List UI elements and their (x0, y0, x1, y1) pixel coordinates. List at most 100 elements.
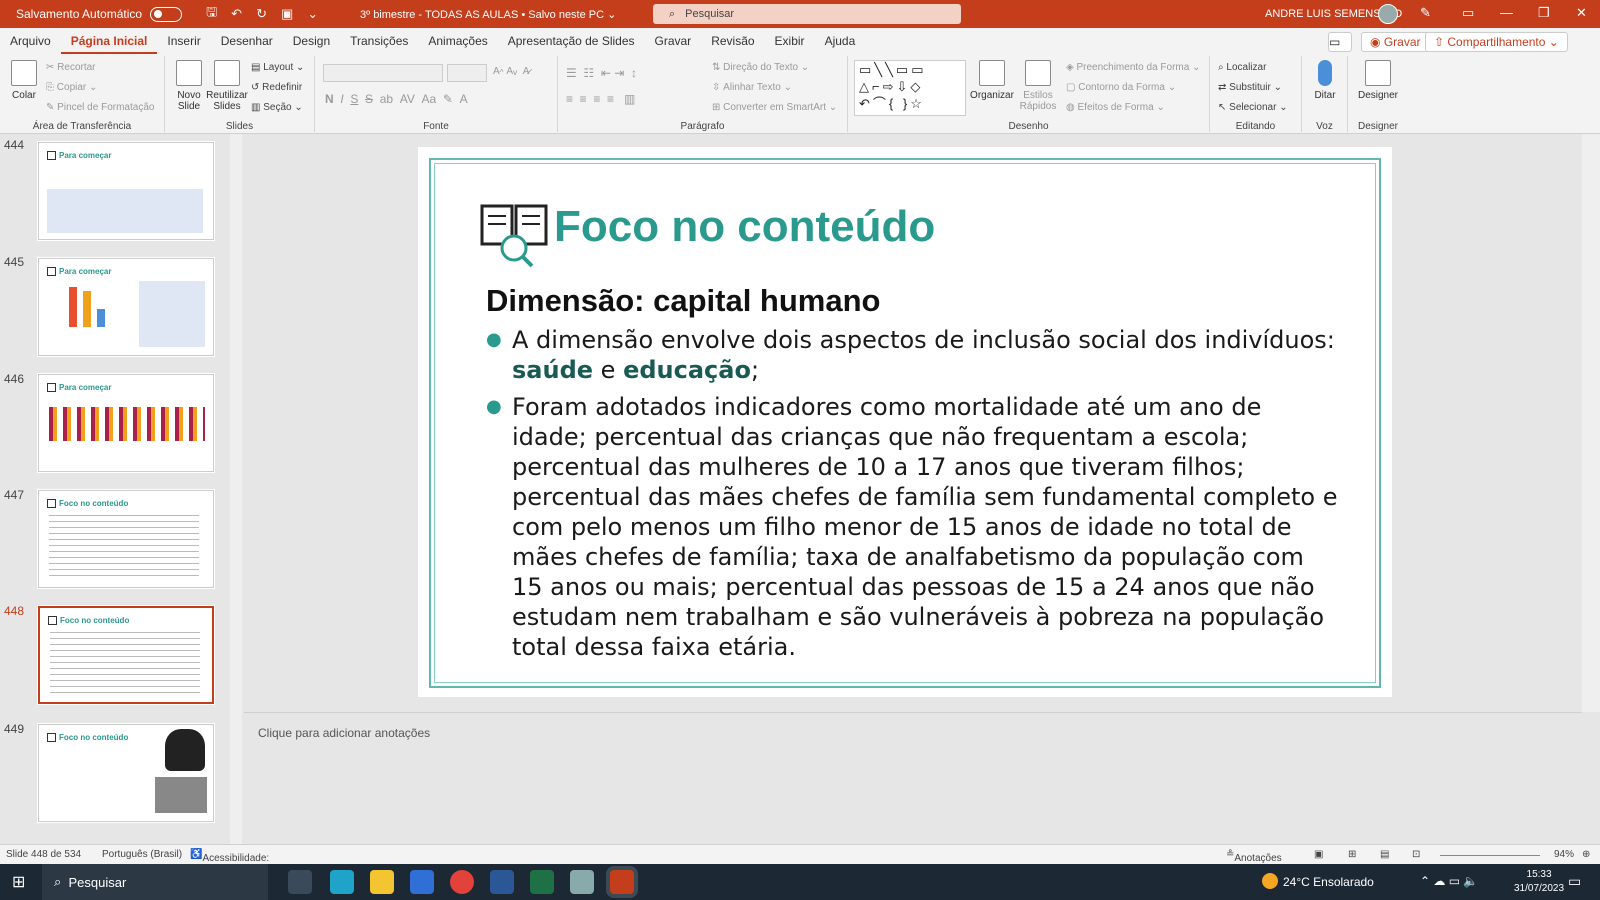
slide-thumbnail[interactable]: Foco no conteúdo (38, 490, 214, 588)
fit-slide-icon[interactable]: ⊕ (1582, 849, 1590, 860)
app-icon[interactable] (570, 870, 594, 894)
normal-view-icon[interactable]: ▣ (1314, 849, 1323, 860)
slide-thumbnail[interactable]: Para começar (38, 374, 214, 472)
format-painter-button[interactable]: ✎ Pincel de Formatação (46, 102, 154, 113)
accessibility-status[interactable]: ♿ Acessibilidade: investigar (190, 849, 269, 875)
autosave-toggle[interactable]: Salvamento Automático (16, 6, 183, 22)
bullet-text: A dimensão envolve dois aspectos de incl… (512, 325, 1342, 385)
present-icon[interactable]: ▣ (281, 6, 293, 22)
list-icons[interactable]: ☰ ☷ ⇤ ⇥ ↕ (566, 66, 637, 80)
tab-exibir[interactable]: Exibir (765, 28, 815, 54)
align-icons[interactable]: ≡ ≡ ≡ ≡ ▥ (566, 92, 635, 106)
tab-apresentacao[interactable]: Apresentação de Slides (498, 28, 645, 54)
zoom-slider[interactable] (1440, 855, 1540, 856)
minimize-icon[interactable]: — (1500, 5, 1513, 20)
undo-icon[interactable]: ↶ (231, 6, 242, 22)
slide-subtitle[interactable]: Dimensão: capital humano (486, 283, 880, 319)
cut-button[interactable]: ✂ Recortar (46, 62, 96, 73)
toggle-switch[interactable] (150, 6, 183, 22)
quick-styles-button[interactable]: Estilos Rápidos (1016, 60, 1060, 112)
comments-icon[interactable]: ▭ (1328, 32, 1352, 52)
find-button[interactable]: ⌕ Localizar (1218, 62, 1266, 73)
slide-thumbnail[interactable]: Para começar (38, 142, 214, 240)
slideshow-icon[interactable]: ⊡ (1412, 849, 1420, 860)
arrange-button[interactable]: Organizar (970, 60, 1014, 101)
windows-start-icon[interactable]: ⊞ (12, 872, 25, 892)
shape-outline-label: Contorno da Forma (1078, 82, 1165, 93)
designer-button[interactable]: Designer (1356, 60, 1400, 101)
notes-pane[interactable] (244, 712, 1582, 844)
reuse-slides-button[interactable]: Reutilizar Slides (205, 60, 249, 112)
reading-view-icon[interactable]: ▤ (1380, 849, 1389, 860)
tab-pagina-inicial[interactable]: Página Inicial (60, 28, 158, 54)
share-button[interactable]: ⇧ Compartilhamento ⌄ (1425, 32, 1568, 52)
tab-ajuda[interactable]: Ajuda (815, 28, 866, 54)
slide-sorter-icon[interactable]: ⊞ (1348, 849, 1356, 860)
tab-design[interactable]: Design (283, 28, 340, 54)
customize-icon[interactable]: ⌄ (307, 6, 318, 22)
tab-desenhar[interactable]: Desenhar (211, 28, 283, 54)
tab-revisao[interactable]: Revisão (701, 28, 764, 54)
shape-fill-button[interactable]: ◈ Preenchimento da Forma ⌄ (1066, 62, 1200, 73)
ribbon-display-icon[interactable]: ▭ (1462, 5, 1474, 21)
notifications-icon[interactable]: ▭ (1568, 873, 1581, 890)
slide-thumbnail[interactable]: Foco no conteúdo (38, 724, 214, 822)
reuse-label: Reutilizar Slides (206, 90, 248, 112)
task-view-icon[interactable] (288, 870, 312, 894)
tab-animacoes[interactable]: Animações (418, 28, 497, 54)
font-grow-icon[interactable]: A ^ Av A̷ (493, 66, 529, 77)
slide-thumbnail-selected[interactable]: Foco no conteúdo (38, 606, 214, 704)
shape-outline-button[interactable]: ▢ Contorno da Forma ⌄ (1066, 82, 1176, 93)
editing-group: ⌕ Localizar ⇄ Substituir ⌄ ↖ Selecionar … (1210, 56, 1302, 132)
slide-title[interactable]: Foco no conteúdo (554, 202, 935, 252)
taskbar-search[interactable]: ⌕ Pesquisar (42, 864, 268, 900)
record-button[interactable]: ◉ Gravar (1361, 32, 1430, 52)
maximize-icon[interactable]: ❐ (1538, 5, 1550, 21)
align-text-button[interactable]: ⇳ Alinhar Texto ⌄ (712, 82, 792, 93)
notes-placeholder[interactable]: Clique para adicionar anotações (258, 726, 430, 740)
pen-icon[interactable]: ✎ (1420, 5, 1431, 21)
zoom-level[interactable]: 94% (1554, 849, 1574, 860)
tab-inserir[interactable]: Inserir (157, 28, 210, 54)
select-button[interactable]: ↖ Selecionar ⌄ (1218, 102, 1288, 113)
chrome-icon[interactable] (450, 870, 474, 894)
section-button[interactable]: ▥ Seção ⌄ (251, 102, 303, 113)
language-indicator[interactable]: Português (Brasil) (102, 849, 182, 860)
tab-arquivo[interactable]: Arquivo (0, 28, 61, 54)
layout-button[interactable]: ▤ Layout ⌄ (251, 62, 304, 73)
edge-icon[interactable] (330, 870, 354, 894)
editor-scrollbar[interactable] (1582, 134, 1600, 712)
thumbnails-scrollbar[interactable] (230, 134, 242, 844)
replace-button[interactable]: ⇄ Substituir ⌄ (1218, 82, 1282, 93)
weather-widget[interactable]: 24°C Ensolarado (1283, 875, 1374, 889)
paste-button[interactable]: Colar (2, 60, 46, 101)
system-tray-icons[interactable]: ⌃ ☁ ▭ 🔈 (1420, 874, 1478, 888)
slide-thumbnail[interactable]: Para começar (38, 258, 214, 356)
dictate-button[interactable]: Ditar (1303, 60, 1347, 101)
notes-toggle[interactable]: ≗ Anotações (1226, 849, 1282, 864)
smartart-button[interactable]: ⊞ Converter em SmartArt ⌄ (712, 102, 837, 113)
font-format-icons[interactable]: N I S S ab AV Aa ✎ A (325, 92, 468, 106)
store-icon[interactable] (410, 870, 434, 894)
save-icon[interactable]: 🖫 (206, 3, 217, 25)
file-explorer-icon[interactable] (370, 870, 394, 894)
powerpoint-icon[interactable] (610, 870, 634, 894)
font-size-input[interactable] (447, 64, 487, 82)
tab-transicoes[interactable]: Transições (340, 28, 418, 54)
redo-icon[interactable]: ↻ (256, 6, 267, 22)
shape-effects-button[interactable]: ◍ Efeitos de Forma ⌄ (1066, 102, 1165, 113)
thumb-icon (47, 499, 56, 508)
font-name-input[interactable] (323, 64, 443, 82)
search-input[interactable]: ⌕ Pesquisar (653, 4, 961, 24)
reset-button[interactable]: ↺ Redefinir (251, 82, 302, 93)
excel-icon[interactable] (530, 870, 554, 894)
close-icon[interactable]: ✕ (1576, 5, 1587, 21)
avatar[interactable] (1378, 4, 1398, 24)
shapes-gallery[interactable]: ▭╲╲▭▭ △⌐⇨⇩◇ ↶⌒{ }☆ (854, 60, 966, 116)
word-icon[interactable] (490, 870, 514, 894)
document-title[interactable]: 3º bimestre - TODAS AS AULAS • Salvo nes… (360, 8, 616, 21)
clock[interactable]: 15:33 31/07/2023 (1514, 868, 1564, 896)
text-direction-button[interactable]: ⇅ Direção do Texto ⌄ (712, 62, 809, 73)
copy-button[interactable]: ⎘ Copiar ⌄ (46, 82, 97, 93)
tab-gravar[interactable]: Gravar (645, 28, 702, 54)
